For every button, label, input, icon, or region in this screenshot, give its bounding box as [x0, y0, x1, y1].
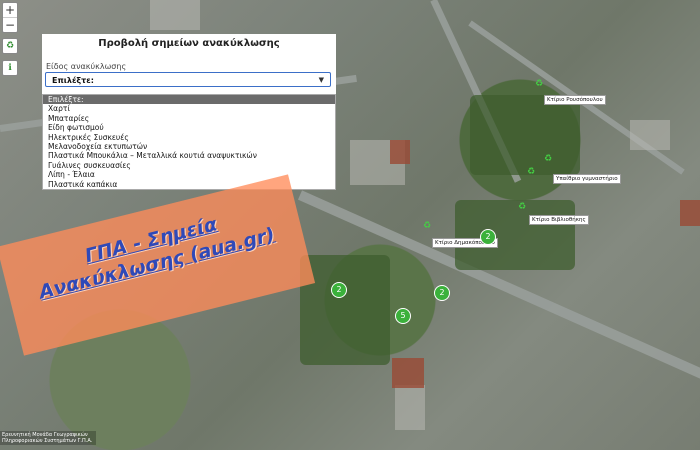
recycling-points-panel: Προβολή σημείων ανακύκλωσης Είδος ανακύκ…	[42, 34, 336, 95]
recycle-marker-icon[interactable]: ♻	[544, 155, 553, 164]
select-value: Επιλέξτε:	[52, 76, 94, 85]
recycle-icon: ♻	[5, 41, 15, 51]
cluster-marker[interactable]: 2	[480, 229, 496, 245]
recycle-marker-icon[interactable]: ♻	[527, 168, 536, 177]
map-green-area	[470, 95, 580, 175]
recycle-marker-icon[interactable]: ♻	[535, 80, 544, 89]
map-label-vivliothikis: Κτίριο Βιβλιοθήκης	[529, 215, 589, 225]
map-building	[630, 120, 670, 150]
dropdown-option[interactable]: Ηλεκτρικές Συσκευές	[43, 133, 335, 142]
dropdown-option[interactable]: Χαρτί	[43, 104, 335, 113]
zoom-out-button[interactable]: −	[3, 18, 17, 32]
dropdown-option[interactable]: Είδη φωτισμού	[43, 123, 335, 132]
map-label-rousopoulou: Κτίριο Ρουσόπουλου	[544, 95, 606, 105]
recycling-type-label: Είδος ανακύκλωσης	[46, 62, 127, 71]
map-building	[390, 140, 410, 164]
map-green-area	[300, 255, 390, 365]
map-building	[680, 200, 700, 226]
panel-title: Προβολή σημείων ανακύκλωσης	[98, 38, 280, 49]
zoom-in-button[interactable]: +	[3, 3, 17, 18]
zoom-control: + −	[2, 2, 18, 33]
dropdown-option[interactable]: Πλαστικά Μπουκάλια – Μεταλλικά κουτιά αν…	[43, 151, 335, 160]
info-icon: ℹ	[8, 63, 12, 73]
dropdown-option[interactable]: Λίπη - Έλαια	[43, 170, 335, 179]
map-building	[395, 385, 425, 430]
recycle-marker-icon[interactable]: ♻	[423, 222, 432, 231]
dropdown-option[interactable]: Μπαταρίες	[43, 114, 335, 123]
dropdown-option[interactable]: Γυάλινες συσκευασίες	[43, 161, 335, 170]
chevron-down-icon: ▼	[318, 76, 324, 84]
dropdown-option[interactable]: Μελανοδοχεία εκτυπωτών	[43, 142, 335, 151]
recycling-type-select[interactable]: Επιλέξτε: ▼	[45, 72, 331, 87]
cluster-marker[interactable]: 2	[331, 282, 347, 298]
attribution: Ερευνητική Μονάδα Γεωγραφικών Πληροφορια…	[0, 431, 96, 445]
attribution-line-2: Πληροφοριακών Συστημάτων Γ.Π.Α.	[2, 438, 93, 444]
cluster-marker[interactable]: 5	[395, 308, 411, 324]
map-building	[150, 0, 200, 30]
map-green-area	[455, 200, 575, 270]
recycle-marker-icon[interactable]: ♻	[518, 203, 527, 212]
info-button[interactable]: ℹ	[2, 60, 18, 76]
map-building	[392, 358, 424, 388]
map-label-ypaithrio: Υπαίθριο γυμναστήριο	[553, 174, 621, 184]
recycling-type-dropdown: Επιλέξτε: Χαρτί Μπαταρίες Είδη φωτισμού …	[42, 94, 336, 190]
dropdown-option[interactable]: Επιλέξτε:	[43, 95, 335, 105]
recycle-layer-button[interactable]: ♻	[2, 38, 18, 54]
cluster-marker[interactable]: 2	[434, 285, 450, 301]
